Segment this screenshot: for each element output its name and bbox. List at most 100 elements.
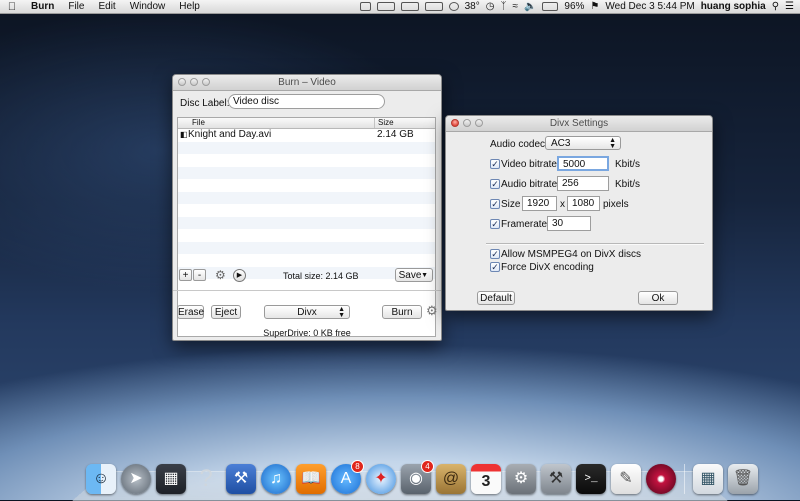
table-row[interactable]: ◧ Knight and Day.avi 2.14 GB xyxy=(178,129,435,142)
audio-bitrate-checkbox[interactable]: ✓ xyxy=(490,179,500,189)
activity-icon[interactable] xyxy=(448,2,459,11)
textedit-icon[interactable]: ✎ xyxy=(611,464,641,494)
menu-edit[interactable]: Edit xyxy=(91,1,122,12)
burn-titlebar[interactable]: Burn – Video xyxy=(173,75,441,91)
force-divx-checkbox[interactable]: ✓ xyxy=(490,262,500,272)
system-preferences-icon[interactable]: ⚙ xyxy=(506,464,536,494)
facetime-icon[interactable]: ◉ 4 xyxy=(401,460,434,494)
play-icon[interactable]: ▶ xyxy=(233,269,246,282)
chevron-down-icon: ▼ xyxy=(421,272,428,279)
bluetooth-icon[interactable]: ᛉ xyxy=(500,1,506,12)
wifi-icon[interactable]: ≈ xyxy=(512,1,518,12)
zoom-button[interactable] xyxy=(475,119,483,127)
add-file-button[interactable]: + xyxy=(179,269,192,281)
safari-icon[interactable]: ✦ xyxy=(366,464,396,494)
audio-codec-popup[interactable]: AC3 ▲ ▼ xyxy=(545,136,621,150)
allow-msmpeg4-checkbox[interactable]: ✓ xyxy=(490,249,500,259)
notification-center-icon[interactable]: ☰ xyxy=(785,1,794,12)
volume-icon[interactable]: 🔈 xyxy=(524,1,536,12)
table-row xyxy=(178,141,435,154)
dock: ☺ ➤ ▦ ? ⚒ ♫ 📖 A8 ✦ ◉ 4 @ 3 ⚙ ⚒ >_ ✎ ▦ 🗑 xyxy=(86,458,758,494)
video-bitrate-label: Video bitrate xyxy=(501,159,557,170)
menu-help[interactable]: Help xyxy=(172,1,207,12)
video-bitrate-checkbox[interactable]: ✓ xyxy=(490,159,500,169)
terminal-icon[interactable]: >_ xyxy=(576,464,606,494)
clock[interactable]: Wed Dec 3 5:44 PM xyxy=(605,1,694,12)
directory-utility-icon[interactable]: ⚒ xyxy=(541,464,571,494)
app-store-icon[interactable]: A8 xyxy=(331,460,364,494)
total-size: Total size: 2.14 GB xyxy=(283,271,359,281)
itunes-icon[interactable]: ♫ xyxy=(261,464,291,494)
table-row xyxy=(178,204,435,217)
default-button[interactable]: Default xyxy=(477,291,515,305)
erase-button[interactable]: Erase xyxy=(177,305,204,319)
app-store-badge: 8 xyxy=(351,460,364,473)
video-bitrate-unit: Kbit/s xyxy=(615,159,641,170)
launchpad-icon[interactable]: ➤ xyxy=(121,464,151,494)
chevron-updown-icon: ▲ ▼ xyxy=(338,306,345,319)
save-label: Save xyxy=(398,270,422,281)
divx-titlebar[interactable]: Divx Settings xyxy=(446,116,712,132)
flag-icon[interactable]: ⚑ xyxy=(590,1,599,12)
size-checkbox[interactable]: ✓ xyxy=(490,199,500,209)
minimize-button[interactable] xyxy=(463,119,471,127)
file-table[interactable]: File Size ◧ Knight and Day.avi 2.14 GB xyxy=(177,117,436,337)
battery-percent[interactable]: 96% xyxy=(564,1,584,12)
framerate-checkbox[interactable]: ✓ xyxy=(490,219,500,229)
eject-button[interactable]: Eject xyxy=(211,305,241,319)
user-name[interactable]: huang sophia xyxy=(701,1,766,12)
superdrive-status: SuperDrive: 0 KB free xyxy=(263,328,351,338)
status-item-icon[interactable] xyxy=(400,2,419,11)
column-file[interactable]: File xyxy=(192,118,205,128)
ibooks-icon[interactable]: 📖 xyxy=(296,464,326,494)
window-title: Divx Settings xyxy=(549,118,609,129)
status-item-icon[interactable] xyxy=(424,2,443,11)
ok-button[interactable]: Ok xyxy=(638,291,678,305)
window-icon[interactable] xyxy=(359,2,371,11)
finder-icon[interactable]: ☺ xyxy=(86,464,116,494)
divx-settings-window: Divx Settings Audio codec: AC3 ▲ ▼ ✓ Vide… xyxy=(445,115,713,311)
close-button[interactable] xyxy=(178,78,186,86)
calendar-icon[interactable]: 3 xyxy=(471,464,501,494)
menu-app-name[interactable]: Burn xyxy=(24,1,61,12)
format-value: Divx xyxy=(297,307,317,318)
spotlight-icon[interactable]: ⚲ xyxy=(772,1,779,12)
dvd-player-icon[interactable] xyxy=(646,464,676,494)
zoom-button[interactable] xyxy=(202,78,210,86)
width-input[interactable]: 1920 xyxy=(522,196,557,211)
table-row xyxy=(178,179,435,192)
table-row xyxy=(178,154,435,167)
height-input[interactable]: 1080 xyxy=(567,196,600,211)
gear-icon[interactable]: ⚙ xyxy=(215,269,227,281)
xcode-icon[interactable]: ⚒ xyxy=(226,464,256,494)
menu-window[interactable]: Window xyxy=(123,1,173,12)
status-item-icon[interactable] xyxy=(376,2,395,11)
time-machine-icon[interactable]: ◷ xyxy=(486,1,495,12)
preview-icon[interactable]: ▦ xyxy=(693,464,723,494)
battery-icon[interactable] xyxy=(542,2,559,11)
audio-bitrate-input[interactable]: 256 xyxy=(557,176,609,191)
disc-label-caption: Disc Label: xyxy=(180,98,230,109)
disc-label-field[interactable]: Video disc xyxy=(228,94,385,109)
mission-control-icon[interactable]: ▦ xyxy=(156,464,186,494)
apple-menu-icon[interactable]:  xyxy=(0,1,24,13)
framerate-input[interactable]: 30 xyxy=(547,216,591,231)
help-icon[interactable]: ? xyxy=(191,464,221,494)
burn-gear-icon[interactable]: ⚙ xyxy=(426,304,438,318)
temperature-readout[interactable]: 38° xyxy=(465,1,480,12)
remove-file-button[interactable]: - xyxy=(193,269,206,281)
format-popup[interactable]: Divx ▲ ▼ xyxy=(264,305,350,319)
trash-icon[interactable]: 🗑 xyxy=(728,464,758,494)
contacts-icon[interactable]: @ xyxy=(436,464,466,494)
burn-button[interactable]: Burn xyxy=(382,305,422,319)
size-unit: pixels xyxy=(603,199,629,210)
save-popup[interactable]: Save ▼ xyxy=(395,268,433,282)
dock-separator xyxy=(684,464,685,494)
menu-file[interactable]: File xyxy=(61,1,91,12)
menu-extras: 38° ◷ ᛉ ≈ 🔈 96% ⚑ Wed Dec 3 5:44 PM huan… xyxy=(359,1,800,12)
file-name: Knight and Day.avi xyxy=(188,129,272,140)
column-size[interactable]: Size xyxy=(374,118,394,128)
video-bitrate-input[interactable]: 5000 xyxy=(557,156,609,171)
minimize-button[interactable] xyxy=(190,78,198,86)
close-button[interactable] xyxy=(451,119,459,127)
